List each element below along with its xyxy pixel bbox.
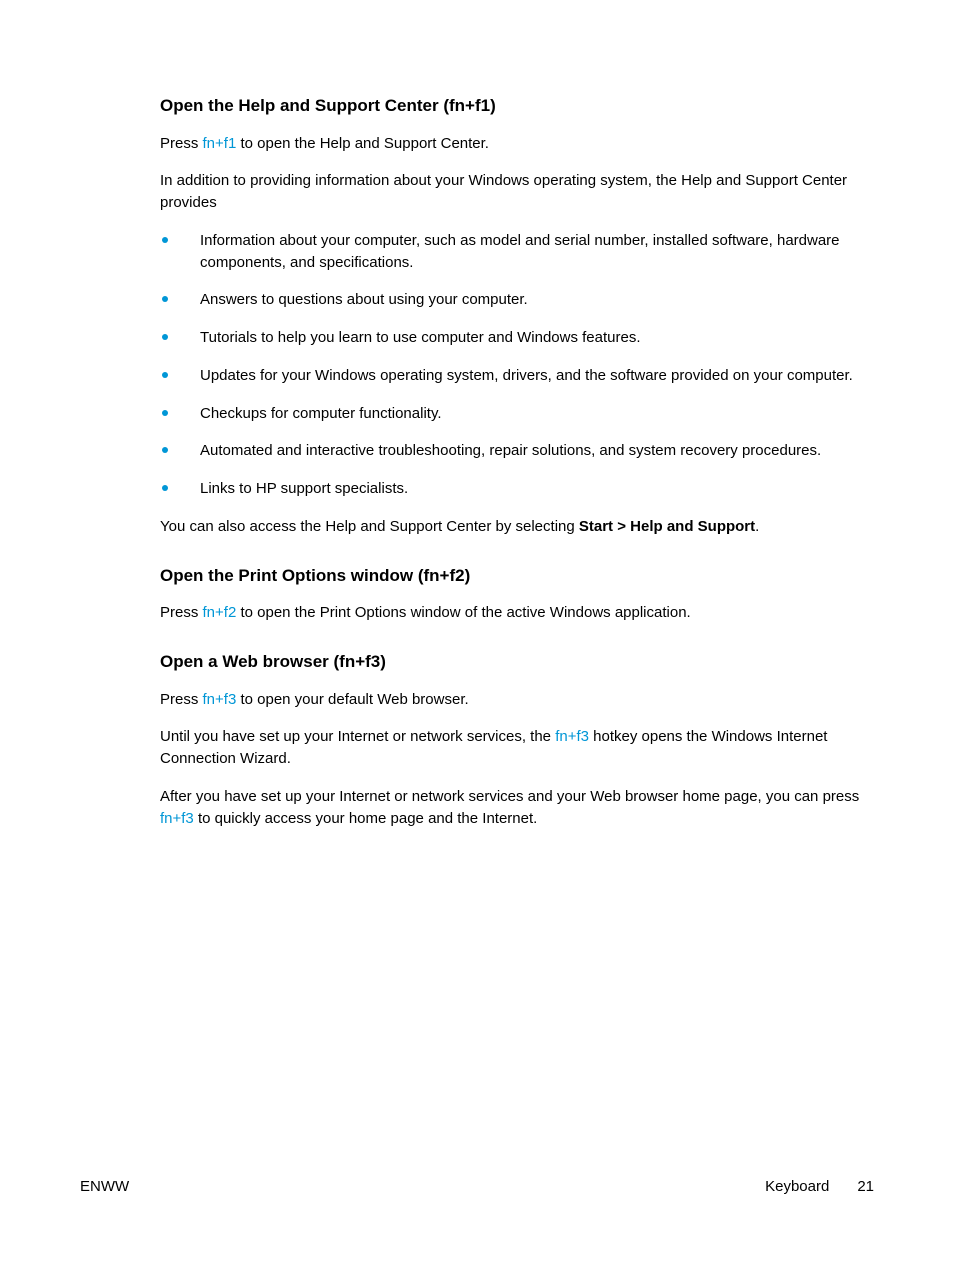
list-item: Automated and interactive troubleshootin… (160, 440, 874, 462)
menu-path: Start > Help and Support (579, 518, 755, 535)
bullet-text: Checkups for computer functionality. (200, 405, 442, 422)
section2-p1: Press fn+f2 to open the Print Options wi… (160, 602, 874, 624)
list-item: Answers to questions about using your co… (160, 289, 874, 311)
text: Press (160, 135, 203, 152)
hotkey-fn-f3: fn+f3 (160, 810, 194, 827)
bullet-text: Automated and interactive troubleshootin… (200, 442, 821, 459)
bullet-text: Updates for your Windows operating syste… (200, 367, 853, 384)
list-item: Updates for your Windows operating syste… (160, 365, 874, 387)
section3-heading: Open a Web browser (fn+f3) (160, 650, 874, 675)
section3-p3: After you have set up your Internet or n… (160, 786, 874, 830)
hotkey-fn-f3: fn+f3 (555, 728, 589, 745)
bullet-text: Answers to questions about using your co… (200, 291, 528, 308)
hotkey-fn-f3: fn+f3 (203, 691, 237, 708)
text: to quickly access your home page and the… (194, 810, 538, 827)
page-footer: ENWW Keyboard 21 (80, 1176, 874, 1198)
footer-page-number: 21 (857, 1176, 874, 1198)
section2-heading: Open the Print Options window (fn+f2) (160, 564, 874, 589)
hotkey-fn-f2: fn+f2 (203, 604, 237, 621)
list-item: Links to HP support specialists. (160, 478, 874, 500)
text: Until you have set up your Internet or n… (160, 728, 555, 745)
text: Press (160, 604, 203, 621)
bullet-text: Information about your computer, such as… (200, 232, 840, 271)
section1-p1: Press fn+f1 to open the Help and Support… (160, 133, 874, 155)
list-item: Checkups for computer functionality. (160, 403, 874, 425)
bullet-text: Links to HP support specialists. (200, 480, 408, 497)
text: . (755, 518, 759, 535)
list-item: Tutorials to help you learn to use compu… (160, 327, 874, 349)
text: to open the Help and Support Center. (236, 135, 489, 152)
section1-heading: Open the Help and Support Center (fn+f1) (160, 94, 874, 119)
section1-bullets: Information about your computer, such as… (160, 230, 874, 500)
text: You can also access the Help and Support… (160, 518, 579, 535)
section3-p2: Until you have set up your Internet or n… (160, 726, 874, 770)
footer-left: ENWW (80, 1176, 129, 1198)
section1-p2: In addition to providing information abo… (160, 170, 874, 214)
footer-right: Keyboard 21 (765, 1176, 874, 1198)
bullet-text: Tutorials to help you learn to use compu… (200, 329, 641, 346)
hotkey-fn-f1: fn+f1 (203, 135, 237, 152)
footer-section: Keyboard (765, 1176, 829, 1198)
section3-p1: Press fn+f3 to open your default Web bro… (160, 689, 874, 711)
page-content: Open the Help and Support Center (fn+f1)… (0, 0, 954, 829)
text: After you have set up your Internet or n… (160, 788, 859, 805)
text: to open the Print Options window of the … (236, 604, 690, 621)
section1-p3: You can also access the Help and Support… (160, 516, 874, 538)
text: to open your default Web browser. (236, 691, 468, 708)
text: Press (160, 691, 203, 708)
list-item: Information about your computer, such as… (160, 230, 874, 274)
